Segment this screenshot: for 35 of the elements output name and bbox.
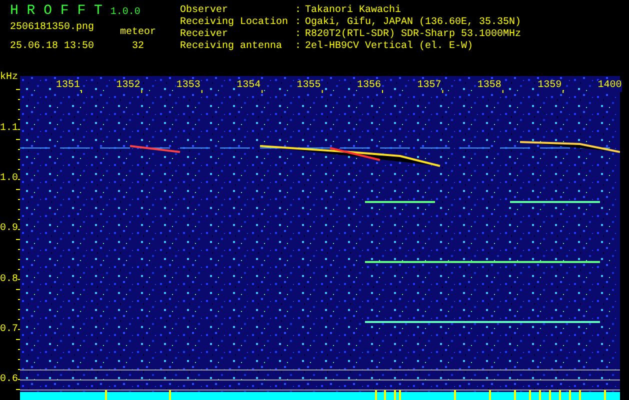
frequency-label: 1.1: [0, 123, 18, 135]
frequency-label: 0.8: [0, 274, 18, 286]
unit-label: kHz: [0, 72, 18, 84]
field-label: Receiving antenna: [180, 41, 284, 53]
file-name: 2506181350.png: [10, 22, 94, 34]
time-label: 1352: [116, 80, 140, 92]
field-value: 2el-HB9CV Vertical (el. E-W): [305, 41, 474, 53]
time-label: 1351: [56, 80, 80, 92]
frequency-label: 0.9: [0, 223, 18, 236]
separator: :: [295, 17, 302, 29]
meteor-count: 32: [132, 41, 144, 53]
time-label: 1357: [417, 80, 442, 92]
time-label: 1354: [236, 80, 261, 92]
field-value: R820T2(RTL-SDR) SDR-Sharp 53.1000MHz: [305, 29, 522, 40]
time-label: 1356: [357, 80, 382, 92]
timestamp: 25.06.18 13:50: [10, 41, 94, 53]
field-label: Receiving Location: [180, 17, 290, 28]
field-label: Observer: [180, 5, 230, 16]
count-label: meteor: [120, 27, 156, 39]
frequency-label: 1.0: [0, 173, 18, 186]
time-label: 1359: [538, 80, 562, 92]
frequency-label: 0.7: [0, 324, 18, 336]
version-label: 1.0.0: [110, 7, 140, 19]
time-label: 1358: [477, 80, 502, 92]
time-label: 1400: [598, 80, 622, 92]
frequency-label: 0.6: [0, 374, 18, 386]
separator: :: [295, 5, 302, 17]
app-name: H R O F F T: [10, 3, 102, 19]
separator: :: [295, 29, 302, 41]
field-label: Receiver: [180, 29, 230, 40]
separator: :: [295, 41, 302, 53]
field-value: Takanori Kawachi: [305, 5, 402, 16]
field-value: Ogaki, Gifu, JAPAN (136.60E, 35.35N): [305, 17, 522, 28]
time-label: 1353: [176, 80, 200, 92]
time-label: 1355: [296, 80, 321, 92]
